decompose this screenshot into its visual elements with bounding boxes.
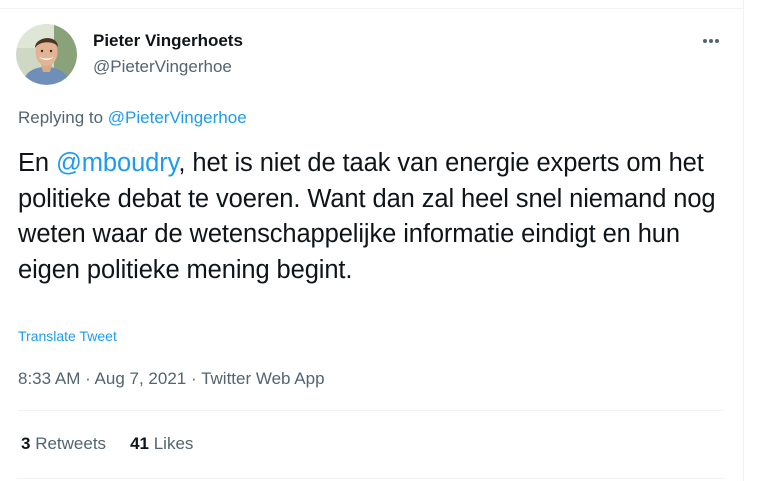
mention-link[interactable]: @mboudry — [56, 149, 179, 177]
meta-separator: · — [80, 369, 95, 388]
replying-to-label: Replying to — [18, 108, 108, 127]
retweets-stat[interactable]: 3 Retweets — [21, 434, 106, 454]
author-handle[interactable]: @PieterVingerhoe — [93, 57, 232, 77]
timestamp-link[interactable]: 8:33 AM · Aug 7, 2021 — [18, 369, 186, 388]
tweet-stats: 3 Retweets 41 Likes — [21, 434, 193, 454]
tweet-date: Aug 7, 2021 — [94, 369, 187, 388]
more-horizontal-icon — [702, 31, 720, 49]
more-options-button[interactable] — [694, 30, 728, 50]
replying-to-link[interactable]: @PieterVingerhoe — [108, 108, 247, 127]
author-name[interactable]: Pieter Vingerhoets — [93, 31, 243, 51]
translate-tweet-link[interactable]: Translate Tweet — [18, 328, 117, 344]
likes-label: Likes — [148, 434, 194, 453]
likes-stat[interactable]: 41 Likes — [130, 434, 193, 454]
avatar-image — [16, 24, 77, 85]
avatar[interactable] — [16, 24, 77, 85]
tweet-meta: 8:33 AM · Aug 7, 2021 · Twitter Web App — [18, 369, 325, 389]
divider — [18, 478, 724, 479]
meta-separator: · — [186, 369, 202, 388]
top-divider — [0, 8, 744, 9]
tweet-source[interactable]: Twitter Web App — [201, 369, 324, 388]
tweet-text-pre: En — [18, 149, 56, 177]
tweet-text: En @mboudry, het is niet de taak van ene… — [18, 146, 718, 288]
tweet-time: 8:33 AM — [18, 369, 81, 388]
likes-count: 41 — [130, 434, 149, 453]
tweet-card: Pieter Vingerhoets @PieterVingerhoe Repl… — [0, 0, 744, 481]
divider — [18, 410, 724, 411]
replying-to: Replying to @PieterVingerhoe — [18, 108, 247, 128]
retweets-label: Retweets — [30, 434, 107, 453]
